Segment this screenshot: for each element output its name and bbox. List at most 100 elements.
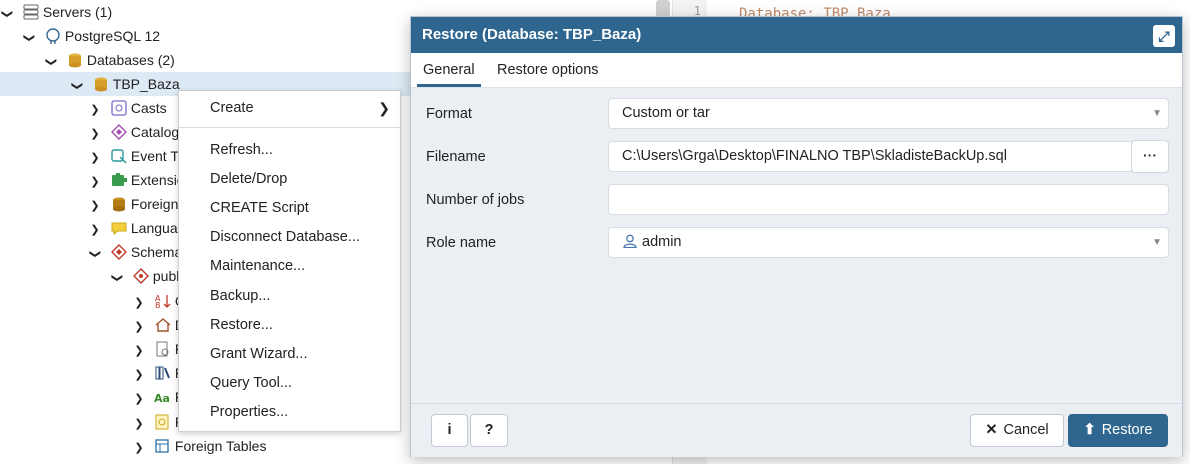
menu-item-label: Restore... xyxy=(210,317,273,333)
tree-item-foreign-data-wrappers[interactable]: ❯ Foreign xyxy=(88,192,178,216)
user-icon xyxy=(622,230,638,259)
format-select[interactable]: Custom or tar ▼ xyxy=(608,98,1169,129)
tab-general[interactable]: General xyxy=(417,53,481,87)
tree-item-casts[interactable]: ❯ Casts xyxy=(88,96,166,122)
menu-item-backup[interactable]: Backup... xyxy=(179,282,400,311)
tree-item-fts-dictionaries[interactable]: ❯ F xyxy=(132,361,183,385)
tree-item-fts-templates[interactable]: ❯ F xyxy=(132,410,183,434)
context-menu: Create ❯ Refresh... Delete/Drop CREATE S… xyxy=(178,90,401,432)
number-of-jobs-label: Number of jobs xyxy=(426,192,525,208)
chevron-right-icon[interactable]: ❯ xyxy=(88,122,102,146)
browse-file-button[interactable]: ··· xyxy=(1131,140,1169,173)
menu-item-label: Maintenance... xyxy=(210,258,306,274)
chevron-right-icon[interactable]: ❯ xyxy=(132,412,146,436)
tree-item-label: TBP_Baza xyxy=(112,76,180,92)
menu-item-properties[interactable]: Properties... xyxy=(179,398,400,427)
menu-item-label: Query Tool... xyxy=(210,375,292,391)
collation-icon: AB xyxy=(154,292,172,310)
foreign-table-icon xyxy=(154,437,172,453)
tree-item-label: Catalog xyxy=(130,124,180,140)
chevron-right-icon[interactable]: ❯ xyxy=(88,98,102,122)
upload-icon: ⬆ xyxy=(1083,422,1096,438)
dialog-header[interactable]: Restore (Database: TBP_Baza) ⤢ xyxy=(411,17,1182,53)
tree-item-public[interactable]: ❯ publ xyxy=(110,264,179,288)
chevron-down-icon[interactable]: ❯ xyxy=(65,79,89,93)
tree-item-servers[interactable]: ❯ Servers (1) xyxy=(0,0,112,24)
tree-item-event-triggers[interactable]: ❯ Event Tr xyxy=(88,144,183,168)
cancel-button[interactable]: ✕ Cancel xyxy=(970,414,1064,447)
info-icon: i xyxy=(447,422,452,438)
catalogs-icon xyxy=(110,123,128,140)
chevron-right-icon[interactable]: ❯ xyxy=(132,291,146,315)
tree-item-foreign-tables[interactable]: ❯ Foreign Tables xyxy=(132,434,266,458)
filename-input[interactable]: C:\Users\Grga\Desktop\FINALNO TBP\Skladi… xyxy=(608,141,1132,172)
chevron-down-icon[interactable]: ❯ xyxy=(0,7,19,21)
menu-item-refresh[interactable]: Refresh... xyxy=(179,136,400,165)
maximize-icon[interactable]: ⤢ xyxy=(1153,25,1175,47)
menu-item-create-script[interactable]: CREATE Script xyxy=(179,194,400,223)
tree-item-label: Extensio xyxy=(130,172,185,188)
tree-item-label: Event Tr xyxy=(130,148,184,164)
role-name-select[interactable]: admin ▼ xyxy=(608,227,1169,258)
menu-item-grant-wizard[interactable]: Grant Wizard... xyxy=(179,340,400,369)
chevron-down-icon[interactable]: ❯ xyxy=(17,31,41,45)
chevron-right-icon[interactable]: ❯ xyxy=(132,315,146,339)
chevron-down-icon[interactable]: ❯ xyxy=(83,247,107,261)
filename-value: C:\Users\Grga\Desktop\FINALNO TBP\Skladi… xyxy=(622,148,1007,164)
tree-item-languages[interactable]: ❯ Langua xyxy=(88,216,177,242)
format-label: Format xyxy=(426,106,472,122)
fts-parser-icon: Aa xyxy=(154,388,172,405)
dialog-footer: i ? ✕ Cancel ⬆ Restore xyxy=(411,403,1182,457)
chevron-right-icon[interactable]: ❯ xyxy=(88,194,102,218)
tree-item-schemas[interactable]: ❯ Schema xyxy=(88,240,182,264)
casts-icon xyxy=(110,99,128,116)
dialog-title: Restore (Database: TBP_Baza) xyxy=(422,26,642,43)
menu-item-delete-drop[interactable]: Delete/Drop xyxy=(179,165,400,194)
chevron-down-icon[interactable]: ❯ xyxy=(39,55,63,69)
tree-item-extensions[interactable]: ❯ Extensio xyxy=(88,168,185,194)
chevron-right-icon[interactable]: ❯ xyxy=(132,436,146,460)
chevron-right-icon: ❯ xyxy=(378,100,390,116)
role-name-label: Role name xyxy=(426,235,497,251)
event-trigger-icon xyxy=(110,147,128,164)
chevron-down-icon[interactable]: ❯ xyxy=(105,271,129,285)
menu-item-maintenance[interactable]: Maintenance... xyxy=(179,252,400,281)
menu-item-query-tool[interactable]: Query Tool... xyxy=(179,369,400,398)
schemas-icon xyxy=(110,243,128,260)
menu-item-label: Backup... xyxy=(210,288,271,304)
chevron-right-icon[interactable]: ❯ xyxy=(88,218,102,242)
language-icon xyxy=(110,219,128,235)
help-button[interactable]: ? xyxy=(470,414,508,447)
domain-icon xyxy=(154,316,172,332)
menu-item-label: Grant Wizard... xyxy=(210,346,308,362)
role-name-value: admin xyxy=(642,234,682,250)
tree-item-label: PostgreSQL 12 xyxy=(64,28,161,44)
restore-button[interactable]: ⬆ Restore xyxy=(1068,414,1168,447)
tree-item-catalogs[interactable]: ❯ Catalog xyxy=(88,120,179,144)
info-button[interactable]: i xyxy=(431,414,468,447)
chevron-right-icon[interactable]: ❯ xyxy=(132,387,146,411)
menu-item-label: Create xyxy=(210,100,254,116)
databases-icon xyxy=(66,51,84,68)
chevron-right-icon[interactable]: ❯ xyxy=(132,363,146,387)
tree-item-databases[interactable]: ❯ Databases (2) xyxy=(44,48,175,72)
tree-item-postgresql[interactable]: ❯ PostgreSQL 12 xyxy=(22,24,160,48)
menu-item-create[interactable]: Create ❯ xyxy=(179,94,400,123)
tree-item-fts-configurations[interactable]: ❯ F xyxy=(132,337,183,361)
cancel-label: Cancel xyxy=(1003,422,1049,438)
menu-item-restore[interactable]: Restore... xyxy=(179,311,400,340)
foreign-data-wrapper-icon xyxy=(110,195,128,212)
extension-icon xyxy=(110,171,128,187)
tree-item-label: publ xyxy=(152,268,180,284)
number-of-jobs-input[interactable] xyxy=(608,184,1169,215)
tab-restore-options[interactable]: Restore options xyxy=(491,53,605,87)
chevron-right-icon[interactable]: ❯ xyxy=(132,339,146,363)
chevron-right-icon[interactable]: ❯ xyxy=(88,146,102,170)
caret-down-icon: ▼ xyxy=(1152,108,1162,119)
chevron-right-icon[interactable]: ❯ xyxy=(88,170,102,194)
menu-item-disconnect-database[interactable]: Disconnect Database... xyxy=(179,223,400,252)
tree-item-fts-parsers[interactable]: ❯ Aa F xyxy=(132,385,183,409)
menu-separator xyxy=(179,127,400,128)
menu-item-label: Delete/Drop xyxy=(210,171,288,187)
tree-item-label: Foreign Tables xyxy=(174,438,267,454)
